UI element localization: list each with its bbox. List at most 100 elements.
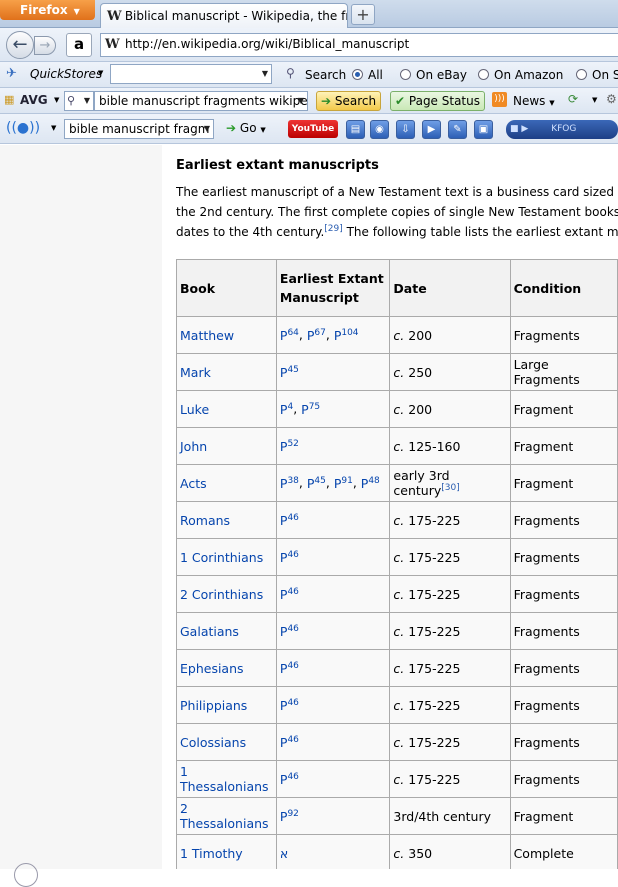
papyrus-link[interactable]: P46	[280, 512, 299, 527]
avg-search-button[interactable]: ➔ Search	[316, 91, 382, 111]
book-link[interactable]: Luke	[180, 402, 209, 417]
papyrus-link[interactable]: P46	[280, 697, 299, 712]
papyrus-link[interactable]: P92	[280, 808, 299, 823]
radio-ebay[interactable]: On eBay	[400, 68, 467, 82]
manuscript-cell: P46	[275, 686, 391, 724]
avg-search-value: bible manuscript fragments wikiped	[99, 94, 308, 108]
manuscript-cell: P64, P67, P104	[275, 316, 391, 354]
table-row: 1 Corinthians P46 c. 175-225 Fragments	[176, 538, 618, 576]
manuscript-cell: P46	[275, 723, 391, 761]
book-link[interactable]: Ephesians	[180, 661, 244, 676]
forward-button[interactable]: →	[34, 36, 56, 55]
book-cell: Philippians	[176, 686, 277, 724]
chevron-down-icon[interactable]: ▼	[592, 96, 597, 104]
papyrus-link[interactable]: P45	[280, 364, 299, 379]
settings-icon[interactable]: ⚙	[606, 92, 617, 106]
book-link[interactable]: Galatians	[180, 624, 239, 639]
circa-prefix: c.	[393, 586, 405, 602]
avg-logo[interactable]: AVG	[20, 93, 48, 107]
radio-amazon[interactable]: On Amazon	[478, 68, 563, 82]
papyrus-link[interactable]: P46	[280, 660, 299, 675]
papyrus-link[interactable]: P75	[301, 401, 320, 416]
film-icon[interactable]: ▤	[346, 120, 365, 139]
papyrus-link[interactable]: P48	[361, 475, 380, 490]
record-icon[interactable]: ◉	[370, 120, 389, 139]
book-link[interactable]: 1 Thessalonians	[180, 764, 269, 794]
tab-strip: Firefox ▼ W Biblical manuscript - Wikiped…	[0, 0, 618, 28]
go-button[interactable]: ➔ Go ▼	[226, 121, 266, 135]
quickstores-search-input[interactable]: ▼	[110, 64, 272, 84]
screen-icon[interactable]: ▣	[474, 120, 493, 139]
avg-search-input[interactable]: bible manuscript fragments wikiped ▼	[94, 91, 308, 111]
tools-icon[interactable]: ✎	[448, 120, 467, 139]
date-cell: c. 200	[389, 390, 511, 428]
page-status-button[interactable]: ✔ Page Status	[390, 91, 485, 111]
address-bar[interactable]: Whttp://en.wikipedia.org/wiki/Biblical_m…	[100, 33, 618, 57]
header-book[interactable]: Book	[176, 259, 277, 317]
avg-dropdown-icon[interactable]: ▼	[54, 96, 59, 104]
stop-icon[interactable]: ■	[510, 124, 519, 134]
news-button[interactable]: News ▼	[513, 94, 555, 108]
papyrus-link[interactable]: P38	[280, 475, 299, 490]
toolbar-search-input[interactable]: bible manuscript fragm ▼	[64, 119, 214, 139]
papyrus-number: 52	[287, 438, 299, 449]
header-manuscript[interactable]: Earliest Extant Manuscript	[275, 259, 391, 317]
citation-link[interactable]: [30]	[441, 483, 459, 493]
radio-other[interactable]: On S	[576, 68, 618, 82]
papyrus-link[interactable]: א	[280, 846, 288, 861]
chevron-down-icon[interactable]: ▼	[51, 124, 56, 132]
arrow-right-icon: ➔	[321, 94, 332, 108]
amazon-icon[interactable]: a	[66, 33, 92, 57]
papyrus-link[interactable]: P4	[280, 401, 293, 416]
new-tab-button[interactable]: +	[351, 4, 375, 25]
book-link[interactable]: Philippians	[180, 698, 247, 713]
book-link[interactable]: Romans	[180, 513, 230, 528]
papyrus-link[interactable]: P67	[307, 327, 326, 342]
book-link[interactable]: Acts	[180, 476, 207, 491]
date-value: 250	[404, 364, 433, 380]
papyrus-link[interactable]: P46	[280, 734, 299, 749]
book-link[interactable]: Matthew	[180, 328, 234, 343]
book-link[interactable]: Colossians	[180, 735, 246, 750]
papyrus-symbol: א	[279, 845, 289, 861]
search-engine-select[interactable]: ⚲ ▼	[64, 91, 94, 111]
book-link[interactable]: Mark	[180, 365, 211, 380]
papyrus-link[interactable]: P91	[334, 475, 353, 490]
radio-off-icon	[400, 69, 411, 80]
youtube-button[interactable]: YouTube	[288, 120, 338, 138]
papyrus-link[interactable]: P45	[307, 475, 326, 490]
papyrus-link[interactable]: P46	[280, 549, 299, 564]
papyrus-link[interactable]: P64	[280, 327, 299, 342]
tab-biblical-manuscript[interactable]: W Biblical manuscript - Wikipedia, the f…	[100, 3, 348, 28]
papyrus-number: 46	[287, 734, 299, 745]
papyrus-link[interactable]: P104	[334, 327, 359, 342]
papyrus-link[interactable]: P46	[280, 771, 299, 786]
book-link[interactable]: 2 Corinthians	[180, 587, 263, 602]
book-link[interactable]: 1 Corinthians	[180, 550, 263, 565]
header-date[interactable]: Date	[389, 259, 511, 317]
papyrus-link[interactable]: P46	[280, 623, 299, 638]
refresh-icon[interactable]: ⟳	[568, 92, 578, 106]
book-link[interactable]: 1 Timothy	[180, 846, 243, 861]
firefox-menu-button[interactable]: Firefox ▼	[0, 0, 95, 20]
papyrus-link[interactable]: P46	[280, 586, 299, 601]
play-icon[interactable]: ▶	[422, 120, 441, 139]
quickstores-label[interactable]: QuickStores	[30, 67, 102, 81]
play-icon[interactable]: ▶	[521, 124, 528, 134]
download-icon[interactable]: ⇩	[396, 120, 415, 139]
header-condition[interactable]: Condition	[509, 259, 618, 317]
quickstores-dropdown-icon[interactable]: ▼	[98, 69, 103, 77]
date-value: 175-225	[404, 697, 461, 713]
manuscript-cell: P46	[275, 649, 391, 687]
papyrus-link[interactable]: P52	[280, 438, 299, 453]
avg-toolbar: ▦ AVG ▼ ⚲ ▼ bible manuscript fragments wi…	[0, 88, 618, 114]
book-link[interactable]: John	[180, 439, 207, 454]
quickstores-search-button[interactable]: Search	[305, 68, 346, 82]
back-button[interactable]: ←	[6, 31, 34, 59]
radio-player[interactable]: ■ ▶ KFOG	[506, 120, 618, 139]
radio-all[interactable]: All	[352, 68, 383, 82]
citation-link[interactable]: [29]	[324, 224, 342, 234]
papyrus-number: 45	[287, 364, 299, 375]
book-link[interactable]: 2 Thessalonians	[180, 801, 269, 831]
papyrus-number: 46	[287, 549, 299, 560]
